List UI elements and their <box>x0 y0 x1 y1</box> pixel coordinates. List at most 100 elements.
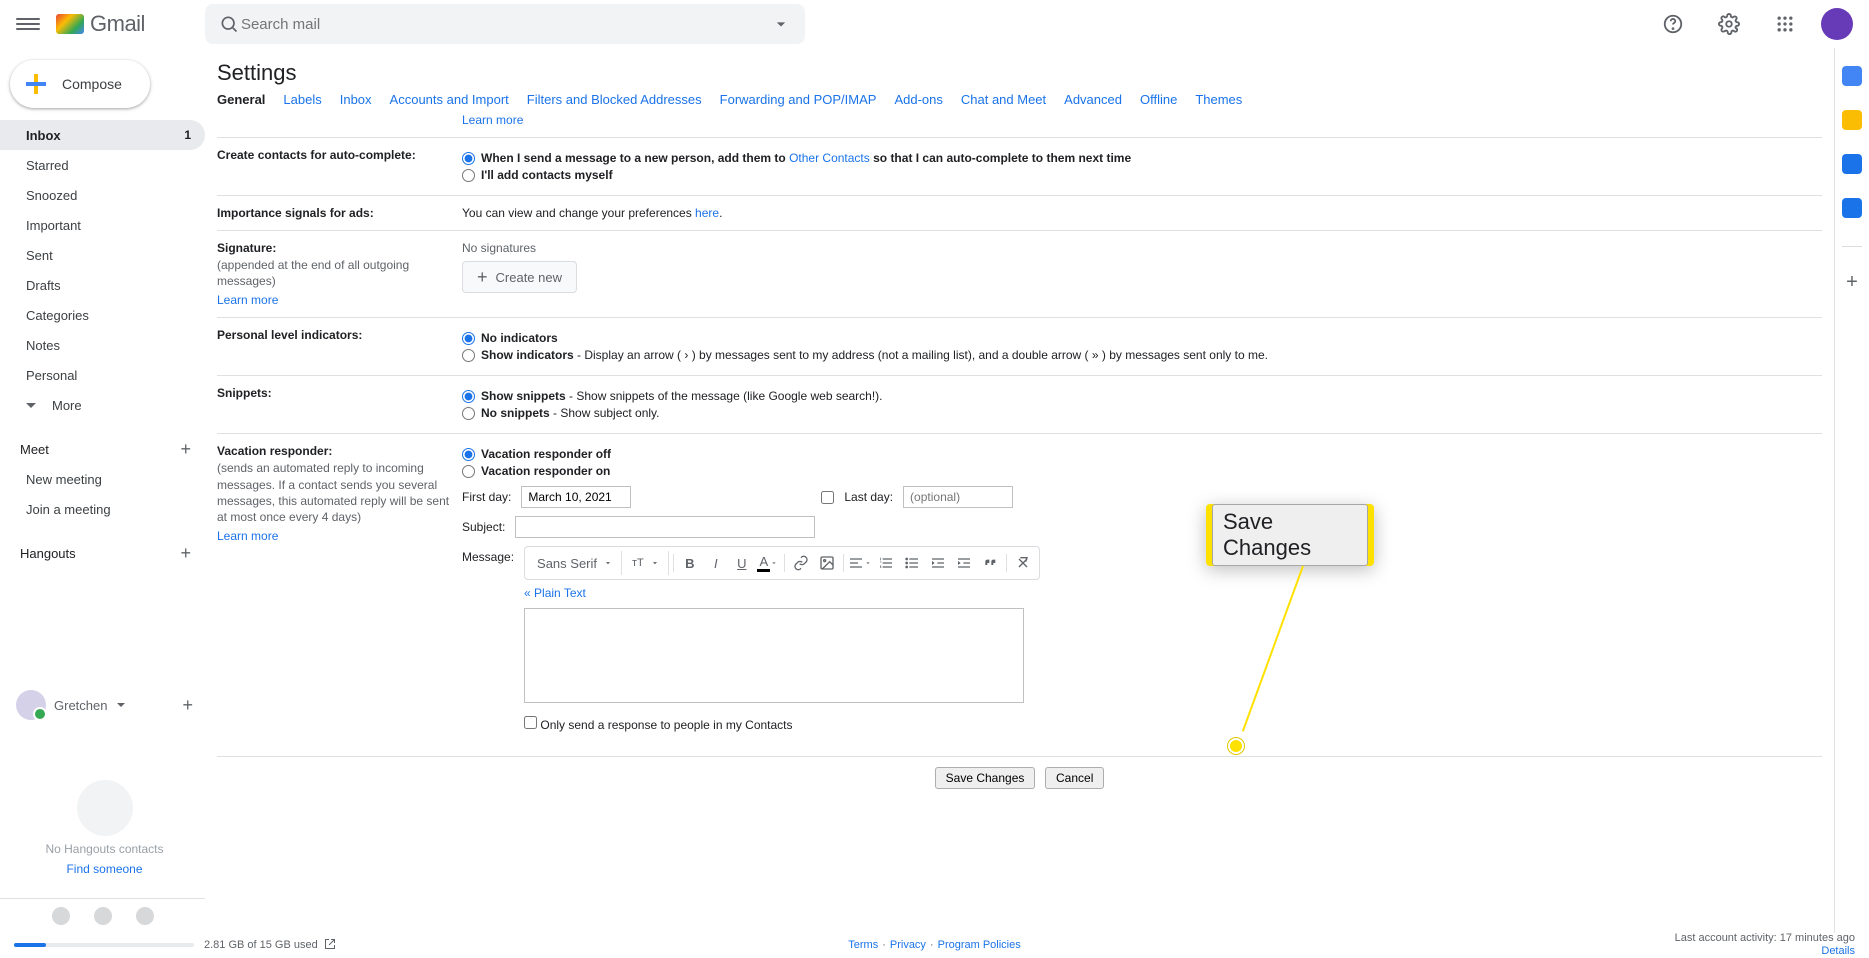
new-conversation-icon[interactable]: + <box>182 695 193 716</box>
get-addons-icon[interactable]: + <box>1846 271 1858 294</box>
search-options-icon[interactable] <box>769 12 793 36</box>
sidebar-item-inbox[interactable]: Inbox 1 <box>0 120 205 150</box>
sidebar-item-starred[interactable]: Starred <box>0 150 205 180</box>
sidebar-item-drafts[interactable]: Drafts <box>0 270 205 300</box>
radio-input[interactable] <box>462 407 475 420</box>
subject-input[interactable] <box>515 516 815 538</box>
only-contacts-option[interactable]: Only send a response to people in my Con… <box>524 718 792 732</box>
bold-button[interactable]: B <box>678 551 702 575</box>
details-link[interactable]: Details <box>1821 945 1855 957</box>
snippets-option-none[interactable]: No snippets - Show subject only. <box>462 406 1822 420</box>
sidebar-item-snoozed[interactable]: Snoozed <box>0 180 205 210</box>
radio-input[interactable] <box>462 465 475 478</box>
tab-forwarding-pop-imap[interactable]: Forwarding and POP/IMAP <box>720 92 877 107</box>
quote-button[interactable] <box>978 551 1002 575</box>
font-family-select[interactable]: Sans Serif <box>529 551 622 575</box>
sidebar-item-personal[interactable]: Personal <box>0 360 205 390</box>
account-avatar[interactable] <box>1821 8 1853 40</box>
sidebar-item-new-meeting[interactable]: New meeting <box>0 464 205 494</box>
autocomplete-option-add[interactable]: When I send a message to a new person, a… <box>462 151 1822 165</box>
sidebar-item-categories[interactable]: Categories <box>0 300 205 330</box>
hangouts-tab-person-icon[interactable] <box>52 907 70 925</box>
radio-input[interactable] <box>462 152 475 165</box>
only-contacts-checkbox[interactable] <box>524 716 537 729</box>
sidebar-item-join-meeting[interactable]: Join a meeting <box>0 494 205 524</box>
insert-photo-button[interactable] <box>815 551 839 575</box>
settings-gear-icon[interactable] <box>1709 4 1749 44</box>
learn-more-link[interactable]: Learn more <box>217 293 278 307</box>
last-day-input[interactable] <box>903 486 1013 508</box>
hangouts-tab-phone-icon[interactable] <box>136 907 154 925</box>
tab-chat-meet[interactable]: Chat and Meet <box>961 92 1046 107</box>
keep-icon[interactable] <box>1842 110 1862 130</box>
tasks-icon[interactable] <box>1842 154 1862 174</box>
sidebar-item-notes[interactable]: Notes <box>0 330 205 360</box>
indent-more-button[interactable] <box>952 551 976 575</box>
radio-input[interactable] <box>462 349 475 362</box>
indicators-option-show[interactable]: Show indicators - Display an arrow ( › )… <box>462 348 1822 362</box>
indent-less-button[interactable] <box>926 551 950 575</box>
tab-themes[interactable]: Themes <box>1195 92 1242 107</box>
radio-input[interactable] <box>462 332 475 345</box>
vacation-option-on[interactable]: Vacation responder on <box>462 464 1822 478</box>
search-icon[interactable] <box>217 12 241 36</box>
tab-inbox[interactable]: Inbox <box>340 92 372 107</box>
settings-body[interactable]: Learn more Create contacts for auto-comp… <box>205 113 1834 933</box>
hangouts-user-chip[interactable]: Gretchen + <box>16 690 193 720</box>
numbered-list-button[interactable] <box>874 551 898 575</box>
tab-filters-blocked[interactable]: Filters and Blocked Addresses <box>527 92 702 107</box>
indicators-option-none[interactable]: No indicators <box>462 331 1822 345</box>
section-autocomplete: Create contacts for auto-complete: When … <box>217 137 1822 195</box>
apps-grid-icon[interactable] <box>1765 4 1805 44</box>
tab-accounts-import[interactable]: Accounts and Import <box>390 92 509 107</box>
italic-button[interactable]: I <box>704 551 728 575</box>
tab-advanced[interactable]: Advanced <box>1064 92 1122 107</box>
other-contacts-link[interactable]: Other Contacts <box>789 151 870 165</box>
open-in-new-icon[interactable] <box>324 938 336 953</box>
plain-text-link[interactable]: « Plain Text <box>524 586 586 600</box>
last-day-checkbox[interactable] <box>821 491 834 504</box>
hangouts-tab-chat-icon[interactable] <box>94 907 112 925</box>
ads-here-link[interactable]: here <box>695 206 719 220</box>
sidebar: Compose Inbox 1 Starred Snoozed Importan… <box>0 48 205 933</box>
search-input[interactable] <box>241 16 769 33</box>
align-button[interactable] <box>848 551 872 575</box>
autocomplete-option-manual[interactable]: I'll add contacts myself <box>462 168 1822 182</box>
terms-link[interactable]: Terms <box>848 939 878 951</box>
tab-add-ons[interactable]: Add-ons <box>894 92 942 107</box>
underline-button[interactable]: U <box>730 551 754 575</box>
tab-offline[interactable]: Offline <box>1140 92 1177 107</box>
sidebar-item-sent[interactable]: Sent <box>0 240 205 270</box>
privacy-link[interactable]: Privacy <box>890 939 926 951</box>
font-size-select[interactable]: тT <box>624 551 669 575</box>
learn-more-link[interactable]: Learn more <box>462 113 523 127</box>
program-policies-link[interactable]: Program Policies <box>938 939 1021 951</box>
contacts-icon[interactable] <box>1842 198 1862 218</box>
sidebar-item-important[interactable]: Important <box>0 210 205 240</box>
create-signature-button[interactable]: + Create new <box>462 261 577 293</box>
insert-link-button[interactable] <box>789 551 813 575</box>
text-color-button[interactable]: A <box>756 551 780 575</box>
calendar-icon[interactable] <box>1842 66 1862 86</box>
remove-formatting-button[interactable] <box>1011 551 1035 575</box>
tab-general[interactable]: General <box>217 92 265 107</box>
radio-input[interactable] <box>462 390 475 403</box>
learn-more-link[interactable]: Learn more <box>217 529 278 543</box>
menu-icon[interactable] <box>16 12 40 36</box>
vacation-message-input[interactable] <box>524 608 1024 703</box>
bulleted-list-button[interactable] <box>900 551 924 575</box>
sidebar-nav: Inbox 1 Starred Snoozed Important Sent D… <box>0 120 205 568</box>
tab-labels[interactable]: Labels <box>283 92 321 107</box>
save-changes-button[interactable]: Save Changes <box>935 767 1036 789</box>
cancel-button[interactable]: Cancel <box>1045 767 1104 789</box>
first-day-input[interactable] <box>521 486 631 508</box>
radio-input[interactable] <box>462 169 475 182</box>
compose-button[interactable]: Compose <box>10 60 150 108</box>
find-someone-link[interactable]: Find someone <box>66 862 142 876</box>
vacation-option-off[interactable]: Vacation responder off <box>462 447 1822 461</box>
snippets-option-show[interactable]: Show snippets - Show snippets of the mes… <box>462 389 1822 403</box>
sidebar-item-more[interactable]: More <box>0 390 205 420</box>
search-box[interactable] <box>205 4 805 44</box>
radio-input[interactable] <box>462 448 475 461</box>
support-icon[interactable] <box>1653 4 1693 44</box>
